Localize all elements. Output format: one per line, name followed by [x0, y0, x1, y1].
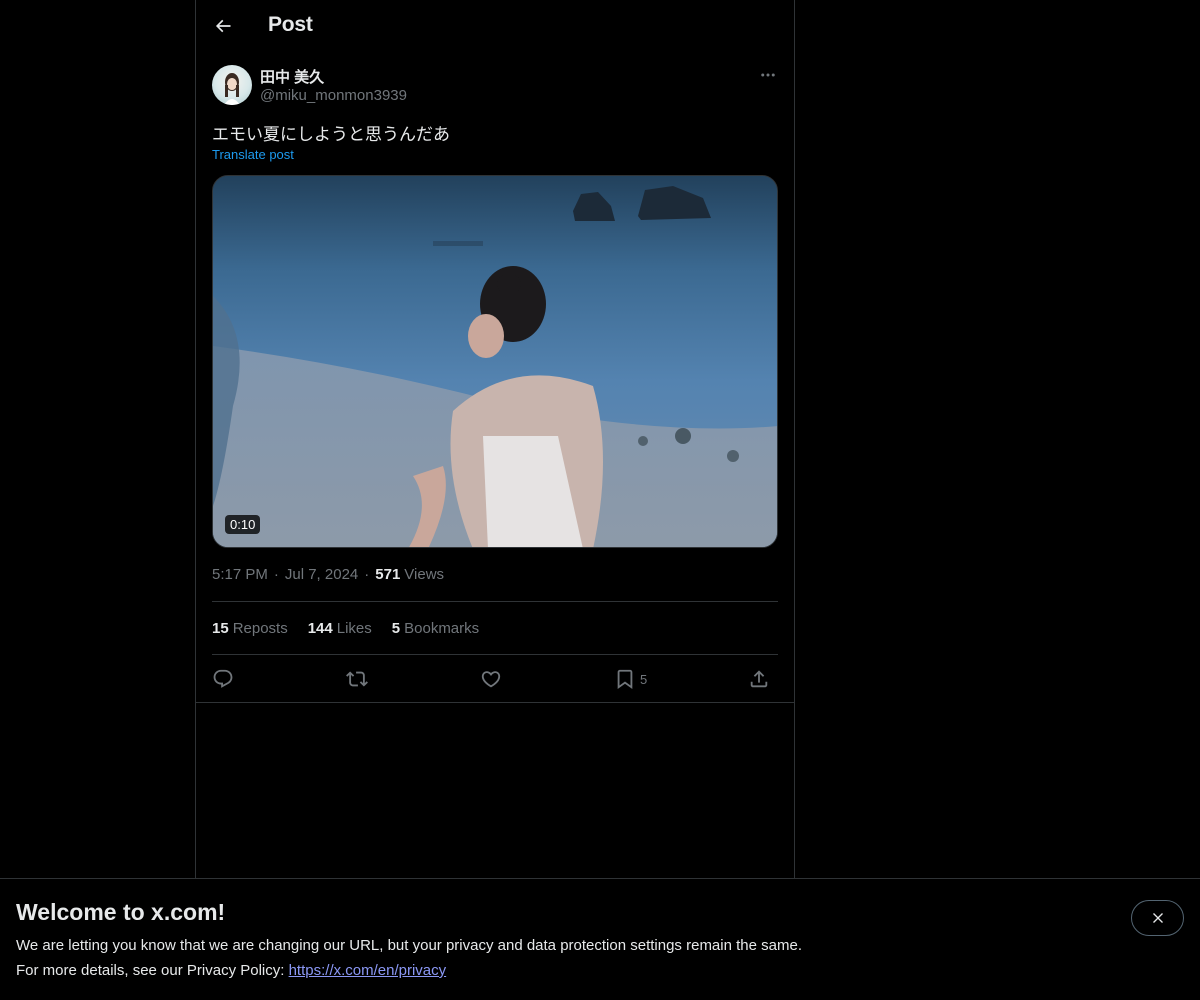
back-button[interactable] — [206, 9, 240, 43]
share-button[interactable] — [748, 663, 770, 695]
share-icon — [750, 670, 768, 688]
page-header: Post — [196, 0, 794, 53]
divider — [212, 601, 778, 602]
divider — [196, 702, 794, 703]
close-icon — [1152, 913, 1163, 923]
page-title: Post — [268, 13, 313, 36]
post-text: エモい夏にしようと思うんだあ — [212, 125, 450, 145]
reposts-stat[interactable]: 15 Reposts — [212, 620, 288, 637]
likes-stat[interactable]: 144 Likes — [308, 620, 372, 637]
reposts-count: 15 — [212, 620, 229, 637]
reposts-label: Reposts — [232, 620, 288, 637]
bookmark-action-count: 5 — [640, 671, 648, 687]
privacy-policy-link[interactable]: https://x.com/en/privacy — [289, 962, 447, 979]
bookmarks-count: 5 — [391, 620, 401, 637]
meta-separator: · — [273, 566, 279, 583]
bookmark-icon — [617, 669, 633, 690]
primary-column: Post 田中 美久 @miku_monmon3939 エモい夏にしようと思うん… — [195, 0, 795, 1000]
reply-icon — [213, 669, 233, 688]
more-dots-icon — [761, 73, 775, 77]
post-meta: 5:17 PM · Jul 7, 2024 · 571 Views — [212, 566, 444, 583]
views-count: 571 — [375, 566, 401, 583]
post-date[interactable]: Jul 7, 2024 — [285, 566, 358, 583]
bookmarks-label: Bookmarks — [404, 620, 480, 637]
video-thumbnail — [213, 176, 777, 547]
banner-message: We are letting you know that we are chan… — [16, 937, 802, 954]
translate-post-link[interactable]: Translate post — [212, 147, 294, 162]
author-handle[interactable]: @miku_monmon3939 — [260, 87, 407, 104]
avatar[interactable] — [212, 65, 252, 105]
post-actions: 5 — [212, 663, 778, 695]
video-duration: 0:10 — [225, 515, 261, 534]
reply-button[interactable] — [212, 663, 234, 695]
more-options-button[interactable] — [754, 64, 782, 86]
banner-title: Welcome to x.com! — [16, 899, 226, 925]
views-label: Views — [404, 566, 445, 583]
banner-policy-prefix: For more details, see our Privacy Policy… — [16, 962, 289, 979]
banner-policy-line: For more details, see our Privacy Policy… — [16, 962, 446, 979]
back-arrow-icon — [215, 19, 231, 33]
post-time[interactable]: 5:17 PM — [212, 566, 268, 583]
post-video[interactable]: 0:10 — [212, 175, 778, 548]
like-button[interactable] — [480, 663, 502, 695]
repost-icon — [346, 671, 368, 687]
author-name[interactable]: 田中 美久 — [260, 66, 324, 87]
bookmark-button[interactable]: 5 — [614, 663, 647, 695]
likes-label: Likes — [336, 620, 372, 637]
meta-separator: · — [364, 566, 370, 583]
likes-count: 144 — [307, 620, 333, 637]
bookmarks-stat[interactable]: 5 Bookmarks — [392, 620, 479, 637]
banner-close-button[interactable] — [1131, 900, 1184, 936]
divider — [212, 654, 778, 655]
avatar-image — [224, 73, 240, 105]
repost-button[interactable] — [346, 663, 368, 695]
heart-icon — [481, 671, 501, 688]
post-stats: 15 Reposts 144 Likes 5 Bookmarks — [212, 620, 499, 637]
url-change-banner: Welcome to x.com! We are letting you kno… — [0, 878, 1200, 1000]
